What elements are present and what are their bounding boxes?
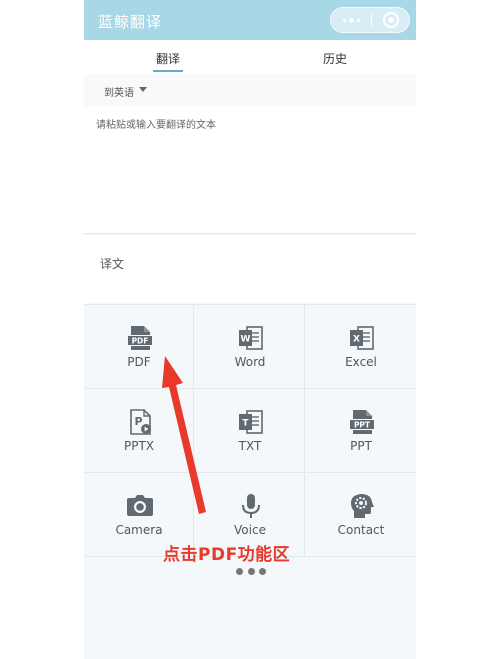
tool-label: Word [234, 355, 266, 369]
target-language-selector[interactable]: 到英语 [84, 74, 416, 106]
translation-result-label: 译文 [100, 257, 125, 271]
tool-word[interactable]: W Word [195, 305, 305, 389]
tab-history[interactable]: 历史 [323, 50, 347, 67]
svg-text:PDF: PDF [132, 337, 149, 346]
more-tools-button[interactable] [236, 568, 266, 576]
more-menu-button[interactable] [331, 8, 371, 32]
close-miniprogram-icon[interactable] [383, 12, 399, 28]
svg-text:PPT: PPT [354, 421, 371, 430]
capsule-divider [371, 13, 372, 27]
tool-label: TXT [238, 439, 262, 453]
tool-ppt[interactable]: PPT PPT [306, 389, 416, 473]
tool-label: PPTX [123, 439, 155, 453]
svg-text:P: P [134, 415, 142, 428]
microphone-icon [242, 494, 260, 518]
tool-label: PPT [350, 439, 372, 453]
annotation-label: 点击PDF功能区 [163, 545, 291, 565]
svg-text:X: X [353, 335, 360, 345]
app-title: 蓝鲸翻译 [98, 13, 163, 31]
svg-text:W: W [241, 335, 251, 345]
txt-file-icon: T [239, 410, 263, 434]
target-language-label: 到英语 [104, 88, 134, 99]
active-tab-indicator [153, 70, 183, 72]
tool-pptx[interactable]: P PPTX [84, 389, 194, 473]
dot-icon [356, 18, 360, 22]
pptx-file-icon: P [130, 409, 151, 435]
tab-translate[interactable]: 翻译 [156, 50, 180, 67]
tool-excel[interactable]: X Excel [306, 305, 416, 389]
dot-icon [259, 568, 266, 575]
contact-gear-icon [351, 494, 374, 518]
word-file-icon: W [239, 326, 263, 350]
excel-file-icon: X [350, 326, 374, 350]
tool-label: Contact [337, 523, 385, 537]
dot-icon [236, 568, 243, 575]
tool-grid: PDF PDF W Word X Excel P PPTX T TXT PPT … [84, 304, 416, 557]
tool-label: Excel [345, 355, 377, 369]
app-header: 蓝鲸翻译 [84, 0, 416, 40]
caret-down-icon [139, 87, 147, 92]
tool-label: Camera [115, 523, 163, 537]
dot-icon [348, 17, 354, 23]
tool-label: PDF [127, 355, 151, 369]
dot-icon [247, 568, 255, 575]
tool-txt[interactable]: T TXT [195, 389, 305, 473]
ppt-file-icon: PPT [350, 410, 374, 434]
tool-contact[interactable]: Contact [306, 473, 416, 557]
svg-text:T: T [242, 419, 249, 429]
source-text-area [84, 106, 416, 234]
mini-program-capsule [330, 7, 410, 33]
tool-label: Voice [234, 523, 266, 537]
pdf-file-icon: PDF [128, 326, 152, 350]
tab-bar: 翻译 历史 [84, 40, 416, 74]
source-text-input[interactable] [96, 116, 406, 224]
translation-result-area: 译文 [84, 235, 416, 303]
dot-icon [342, 18, 346, 22]
tool-pdf[interactable]: PDF PDF [84, 305, 194, 389]
camera-icon [127, 495, 153, 516]
